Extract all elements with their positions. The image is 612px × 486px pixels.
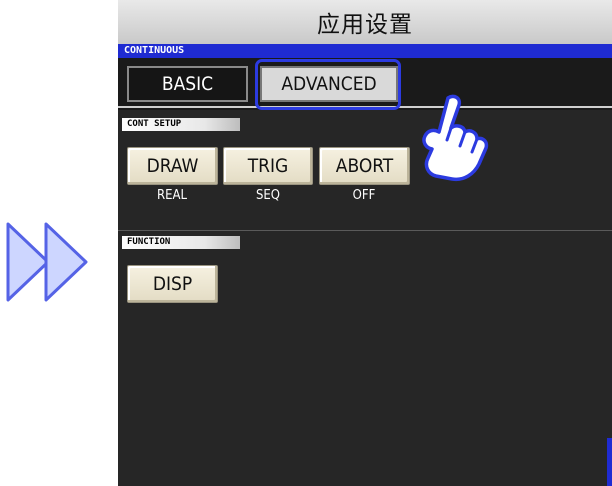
trig-value: SEQ: [255, 188, 281, 203]
section-header-cont-setup: CONT SETUP: [122, 118, 240, 131]
scroll-edge-indicator: [607, 438, 612, 486]
tab-advanced-highlight: [255, 59, 401, 110]
mode-bar: CONTINUOUS: [118, 44, 612, 58]
abort-value: OFF: [352, 188, 376, 203]
mode-label: CONTINUOUS: [124, 45, 185, 56]
title-bar: 应用设置: [118, 0, 612, 44]
section-header-function: FUNCTION: [122, 236, 240, 249]
instrument-screen: 应用设置 CONTINUOUS BASIC ADVANCED CONT SETU…: [118, 0, 612, 486]
double-right-arrow-icon: [6, 222, 88, 302]
draw-button[interactable]: DRAW: [127, 147, 218, 185]
tab-basic[interactable]: BASIC: [127, 66, 248, 102]
pointing-hand-icon: [422, 94, 489, 182]
disp-button[interactable]: DISP: [127, 265, 218, 303]
section-divider: [118, 230, 612, 231]
draw-value: REAL: [156, 188, 188, 203]
abort-button[interactable]: ABORT: [319, 147, 410, 185]
trig-button[interactable]: TRIG: [223, 147, 313, 185]
window-title: 应用设置: [317, 12, 413, 38]
